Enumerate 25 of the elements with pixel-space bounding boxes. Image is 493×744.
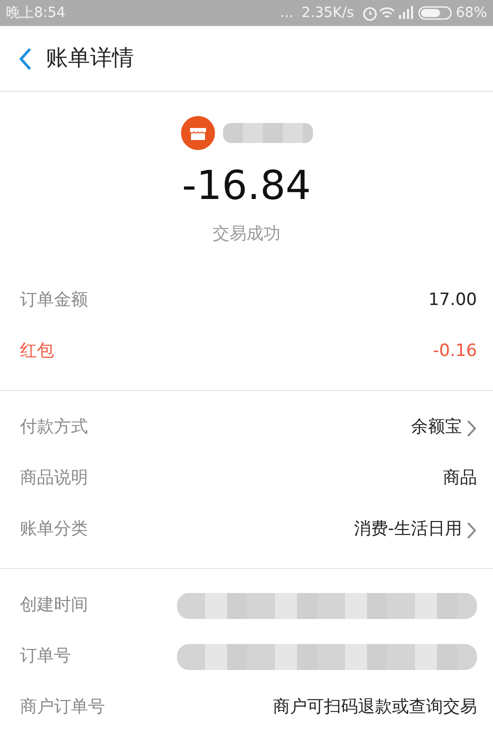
- more-indicator: ...: [280, 4, 294, 22]
- field-label: 商品说明: [20, 467, 88, 490]
- battery-icon: [418, 5, 452, 21]
- field-label: 账单分类: [20, 518, 88, 542]
- field-label: 订单金额: [20, 289, 88, 312]
- field-value: -0.16: [433, 340, 477, 364]
- field-value[interactable]: 余额宝: [411, 415, 462, 441]
- field-value[interactable]: 消费-生活日用: [354, 517, 462, 543]
- field-label: 红包: [20, 340, 54, 364]
- amount: -16.84: [182, 166, 311, 206]
- field-label: 创建时间: [20, 594, 88, 618]
- page-title: 账单详情: [46, 45, 134, 73]
- field-value: 商品: [443, 467, 477, 490]
- alarm-icon: [362, 5, 378, 21]
- field-label: 订单号: [20, 645, 71, 668]
- field-label: 付款方式: [20, 416, 88, 440]
- back-button[interactable]: [18, 46, 32, 70]
- transaction-status: 交易成功: [212, 223, 280, 246]
- network-speed: 2.35K/s: [302, 4, 354, 22]
- status-time: 晚上8:54: [6, 4, 66, 22]
- battery-percent: 68%: [456, 4, 487, 22]
- field-value: 17.00: [428, 289, 477, 312]
- shop-icon: [180, 116, 214, 150]
- field-value: 商户可扫码退款或查询交易: [273, 696, 477, 720]
- field-label: 商户订单号: [20, 696, 105, 720]
